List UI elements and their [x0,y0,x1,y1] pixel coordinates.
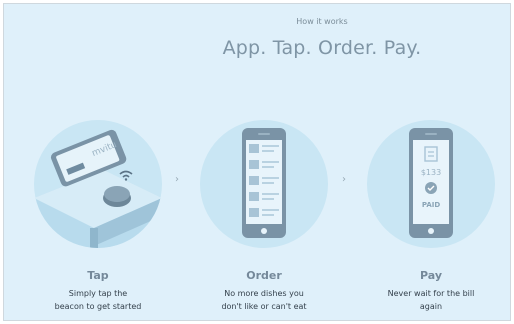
pay-illustration: $133 PAID [367,120,495,248]
order-illustration [200,120,328,248]
phone-menu-icon [242,128,286,238]
step-title-order: Order [246,269,282,282]
step-title-pay: Pay [419,269,443,282]
step-separator: › [342,174,346,185]
section-eyebrow: How it works [296,17,348,26]
section-headline: App. Tap. Order. Pay. [222,37,422,59]
step-desc-pay-line1: Never wait for the bill [387,289,475,298]
phone-tap-beacon-icon: mvitu [34,129,162,248]
step-title-tap: Tap [87,269,109,282]
step-desc-tap-line2: beacon to get started [54,302,142,311]
step-desc-order-line2: don't like or can't eat [221,302,307,311]
step-desc-tap-line1: Simply tap the [68,289,128,298]
payment-amount: $133 [421,168,441,177]
step-separator: › [175,174,179,185]
payment-status: PAID [422,201,441,209]
how-it-works-panel: How it works App. Tap. Order. Pay. mvitu [3,3,511,321]
tap-illustration: mvitu [34,120,162,248]
step-desc-order-line1: No more dishes you [224,289,304,298]
phone-payment-icon: $133 PAID [409,128,453,238]
step-desc-pay-line2: again [419,302,443,311]
